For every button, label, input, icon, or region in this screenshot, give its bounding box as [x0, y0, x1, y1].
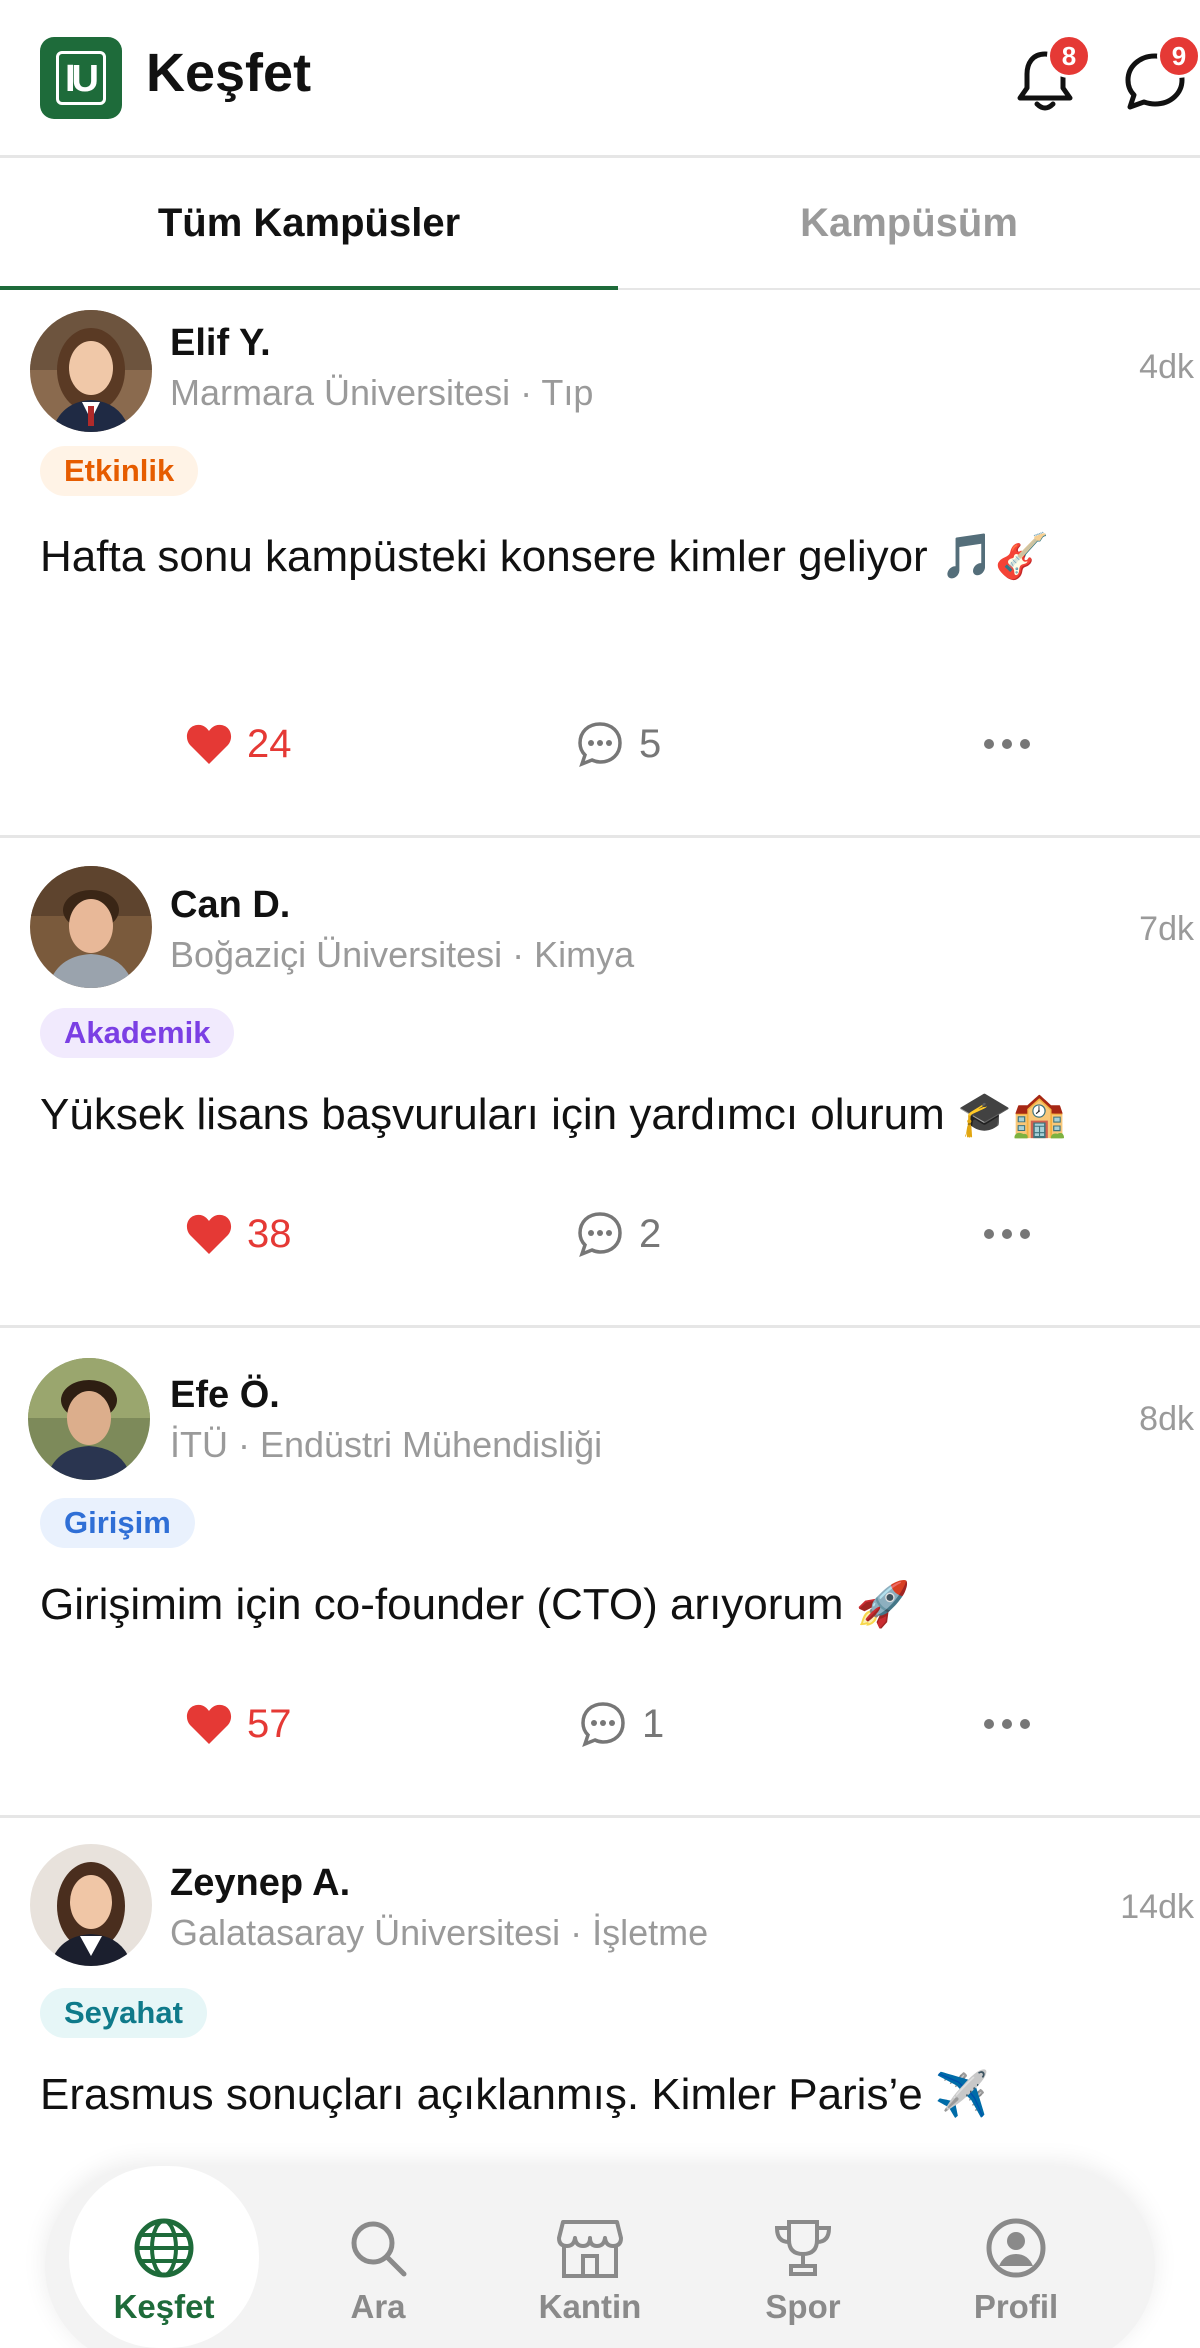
logo-text: IU — [56, 51, 106, 105]
like-count: 38 — [247, 1211, 292, 1256]
avatar[interactable] — [30, 310, 152, 432]
author-meta: Marmara Üniversitesi · Tıp — [170, 372, 594, 413]
post-content-text: Girişimim için co-founder (CTO) arıyorum… — [40, 1580, 911, 1629]
heart-icon — [186, 724, 232, 764]
more-dots-icon — [984, 1719, 1030, 1729]
trophy-icon — [774, 2220, 832, 2276]
app-logo[interactable]: IU — [40, 37, 122, 119]
more-dots-icon — [984, 1229, 1030, 1239]
messages-badge: 9 — [1157, 34, 1200, 78]
comment-count: 1 — [642, 1701, 665, 1746]
bottom-navigation: Keşfet Ara Kantin Spor Profil — [45, 2166, 1155, 2348]
like-button[interactable]: 57 — [185, 1694, 292, 1754]
more-dots-icon — [984, 739, 1030, 749]
like-count: 57 — [247, 1701, 292, 1746]
category-tag[interactable]: Girişim — [40, 1498, 195, 1548]
notifications-badge: 8 — [1047, 34, 1091, 78]
post-card[interactable]: Efe Ö. İTÜ · Endüstri Mühendisliği 8dk G… — [0, 1328, 1200, 1818]
post-content: Erasmus sonuçları açıklanmış. Kimler Par… — [40, 2068, 990, 2120]
post-card[interactable]: Elif Y. Marmara Üniversitesi · Tıp 4dk E… — [0, 290, 1200, 838]
comment-icon — [578, 1212, 622, 1258]
author-name[interactable]: Can D. — [170, 884, 290, 927]
post-time: 14dk — [1120, 1888, 1194, 1926]
nav-label: Spor — [765, 2288, 841, 2325]
notifications-button[interactable]: 8 — [1005, 34, 1091, 120]
nav-label: Keşfet — [113, 2288, 215, 2325]
comment-button[interactable]: 1 — [578, 1694, 664, 1754]
nav-sports[interactable]: Spor — [708, 2166, 898, 2348]
tab-my-campus[interactable]: Kampüsüm — [618, 158, 1200, 288]
post-time: 7dk — [1139, 910, 1194, 948]
post-content: Girişimim için co-founder (CTO) arıyorum… — [40, 1578, 911, 1630]
more-options-button[interactable] — [982, 714, 1032, 774]
category-tag[interactable]: Seyahat — [40, 1988, 207, 2038]
post-content-text: Yüksek lisans başvuruları için yardımcı … — [40, 1090, 1067, 1139]
globe-icon — [134, 2218, 194, 2278]
post-content-text: Erasmus sonuçları açıklanmış. Kimler Par… — [40, 2070, 990, 2119]
avatar[interactable] — [28, 1358, 150, 1480]
author-meta: Galatasaray Üniversitesi · İşletme — [170, 1912, 709, 1953]
category-tag[interactable]: Akademik — [40, 1008, 235, 1058]
nav-profile[interactable]: Profil — [921, 2166, 1111, 2348]
comment-button[interactable]: 2 — [575, 1204, 661, 1264]
app-header: IU Keşfet 8 9 — [0, 0, 1200, 158]
post-actions: 57 1 — [0, 1694, 1200, 1754]
avatar[interactable] — [30, 1844, 152, 1966]
author-name[interactable]: Efe Ö. — [170, 1374, 280, 1417]
nav-label: Ara — [350, 2288, 406, 2325]
heart-icon — [186, 1214, 232, 1254]
feed-tabs: Tüm Kampüsler Kampüsüm — [0, 158, 1200, 292]
author-meta: İTÜ · Endüstri Mühendisliği — [170, 1424, 603, 1465]
search-icon — [351, 2221, 407, 2277]
post-time: 4dk — [1139, 348, 1194, 386]
comment-count: 2 — [639, 1211, 662, 1256]
nav-canteen[interactable]: Kantin — [495, 2166, 685, 2348]
author-meta: Boğaziçi Üniversitesi · Kimya — [170, 934, 635, 975]
comment-count: 5 — [639, 721, 662, 766]
post-content: Yüksek lisans başvuruları için yardımcı … — [40, 1088, 1067, 1140]
like-button[interactable]: 38 — [185, 1204, 292, 1264]
post-actions: 24 5 — [0, 714, 1200, 774]
category-tag[interactable]: Etkinlik — [40, 446, 199, 496]
profile-icon — [986, 2218, 1046, 2278]
page-title: Keşfet — [146, 43, 312, 103]
comment-icon — [581, 1702, 625, 1748]
store-icon — [557, 2220, 623, 2278]
comment-button[interactable]: 5 — [575, 714, 661, 774]
tab-all-campuses[interactable]: Tüm Kampüsler — [0, 158, 618, 292]
more-options-button[interactable] — [982, 1694, 1032, 1754]
heart-icon — [186, 1704, 232, 1744]
more-options-button[interactable] — [982, 1204, 1032, 1264]
nav-search[interactable]: Ara — [283, 2166, 473, 2348]
nav-label: Kantin — [538, 2288, 642, 2325]
like-count: 24 — [247, 721, 292, 766]
post-content: Hafta sonu kampüsteki konsere kimler gel… — [40, 530, 1050, 582]
messages-button[interactable]: 9 — [1115, 34, 1200, 120]
post-time: 8dk — [1139, 1400, 1194, 1438]
nav-label: Profil — [973, 2288, 1059, 2325]
author-name[interactable]: Elif Y. — [170, 322, 271, 365]
nav-discover[interactable]: Keşfet — [69, 2166, 259, 2348]
post-actions: 38 2 — [0, 1204, 1200, 1264]
avatar[interactable] — [30, 866, 152, 988]
post-card[interactable]: Can D. Boğaziçi Üniversitesi · Kimya 7dk… — [0, 838, 1200, 1328]
comment-icon — [578, 722, 622, 768]
author-name[interactable]: Zeynep A. — [170, 1862, 350, 1905]
post-content-text: Hafta sonu kampüsteki konsere kimler gel… — [40, 532, 1050, 581]
like-button[interactable]: 24 — [185, 714, 292, 774]
